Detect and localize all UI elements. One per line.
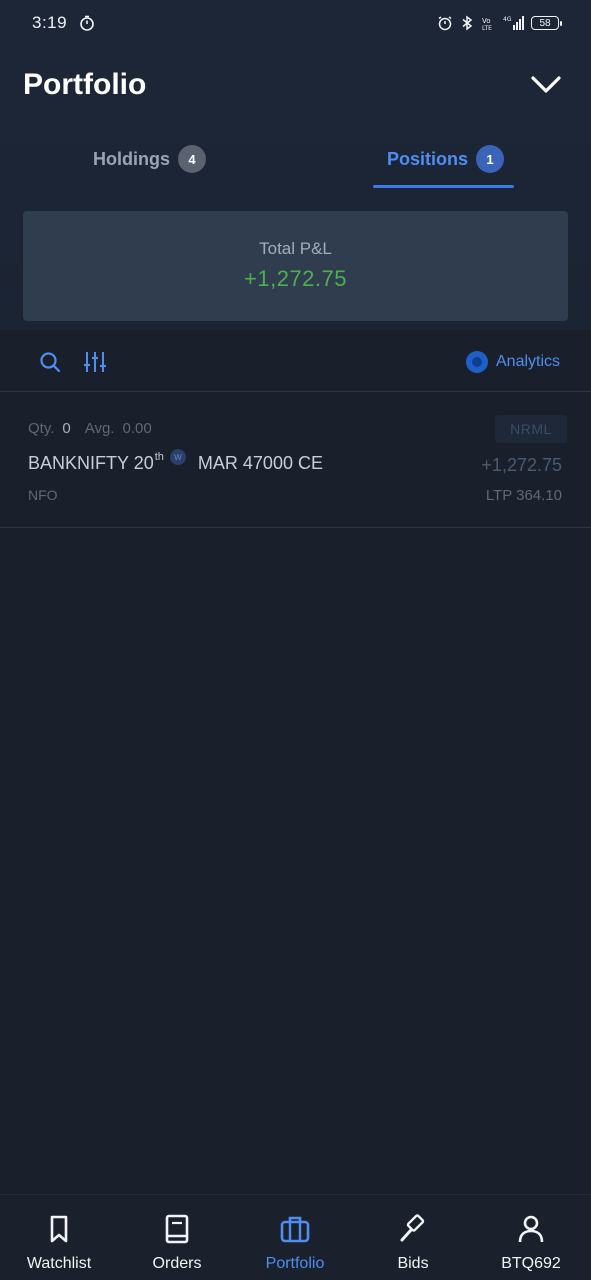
total-pnl-label: Total P&L — [259, 239, 332, 258]
symbol-superscript: th — [154, 451, 164, 463]
divider — [0, 391, 591, 392]
briefcase-icon — [280, 1216, 310, 1243]
position-ltp: LTP 364.10 — [485, 487, 562, 504]
nav-orders-label: Orders — [152, 1255, 202, 1272]
avg-label: Avg. — [84, 420, 115, 437]
filter-sliders-icon[interactable] — [83, 350, 107, 374]
search-icon[interactable] — [38, 350, 62, 374]
svg-text:Vo: Vo — [482, 17, 491, 25]
tab-positions[interactable]: Positions 1 — [387, 130, 505, 188]
tab-positions-label: Positions — [387, 148, 469, 169]
divider — [0, 527, 591, 528]
analytics-button[interactable]: Analytics — [466, 350, 560, 374]
product-type-badge: NRML — [495, 415, 567, 443]
bookmark-icon — [50, 1215, 68, 1243]
battery-icon: 58 — [531, 16, 562, 30]
book-icon — [165, 1214, 189, 1244]
total-pnl-card: Total P&L +1,272.75 — [23, 211, 568, 321]
active-tab-indicator — [373, 185, 514, 188]
position-pnl: +1,272.75 — [481, 455, 562, 475]
avg-value: 0.00 — [122, 420, 152, 437]
tab-holdings[interactable]: Holdings 4 — [93, 130, 206, 188]
positions-count-badge: 1 — [476, 145, 505, 173]
nav-profile-label: BTQ692 — [501, 1255, 561, 1272]
svg-text:LTE: LTE — [482, 25, 492, 31]
holdings-count-badge: 4 — [178, 145, 206, 173]
symbol-prefix: BANKNIFTY 20 — [28, 453, 154, 473]
nav-bids[interactable]: Bids — [354, 1195, 472, 1280]
tab-holdings-label: Holdings — [93, 148, 170, 169]
nav-orders[interactable]: Orders — [118, 1195, 236, 1280]
status-bar: 3:19 Vo LTE 4G 58 — [0, 0, 591, 46]
user-icon — [518, 1215, 544, 1243]
timer-icon — [80, 15, 94, 31]
analytics-label: Analytics — [496, 353, 561, 370]
weekly-expiry-badge: W — [169, 449, 186, 465]
position-symbol: BANKNIFTY 20 th W MAR 47000 CE — [28, 449, 323, 474]
qty-label: Qty. — [28, 420, 55, 437]
page-title: Portfolio — [23, 68, 147, 101]
positions-toolbar: Analytics — [0, 340, 591, 384]
total-pnl-value: +1,272.75 — [244, 266, 347, 291]
position-qty-avg: Qty. 0 Avg. 0.00 — [28, 420, 152, 437]
signal-icon: 4G — [503, 16, 524, 30]
nav-bids-label: Bids — [397, 1255, 429, 1272]
nav-portfolio-label: Portfolio — [265, 1255, 325, 1272]
bottom-nav: Watchlist Orders Portfolio Bids BTQ692 — [0, 1194, 591, 1280]
analytics-icon — [466, 351, 488, 373]
position-exchange: NFO — [28, 487, 58, 503]
volte-icon: Vo LTE — [482, 17, 492, 31]
nav-profile[interactable]: BTQ692 — [472, 1195, 590, 1280]
chevron-down-icon[interactable] — [527, 70, 565, 100]
battery-level: 58 — [539, 17, 551, 29]
portfolio-tabs: Holdings 4 Positions 1 — [0, 130, 591, 188]
bluetooth-icon — [462, 15, 473, 31]
svg-text:4G: 4G — [503, 16, 512, 23]
status-time: 3:19 — [32, 13, 68, 32]
nav-watchlist[interactable]: Watchlist — [0, 1195, 118, 1280]
nav-portfolio[interactable]: Portfolio — [236, 1195, 354, 1280]
qty-value: 0 — [62, 420, 71, 437]
nav-watchlist-label: Watchlist — [26, 1255, 92, 1272]
symbol-suffix: MAR 47000 CE — [197, 453, 323, 473]
position-row[interactable]: Qty. 0 Avg. 0.00 NRML BANKNIFTY 20 th W … — [0, 393, 591, 527]
alarm-icon — [438, 16, 452, 31]
gavel-icon — [400, 1214, 425, 1242]
